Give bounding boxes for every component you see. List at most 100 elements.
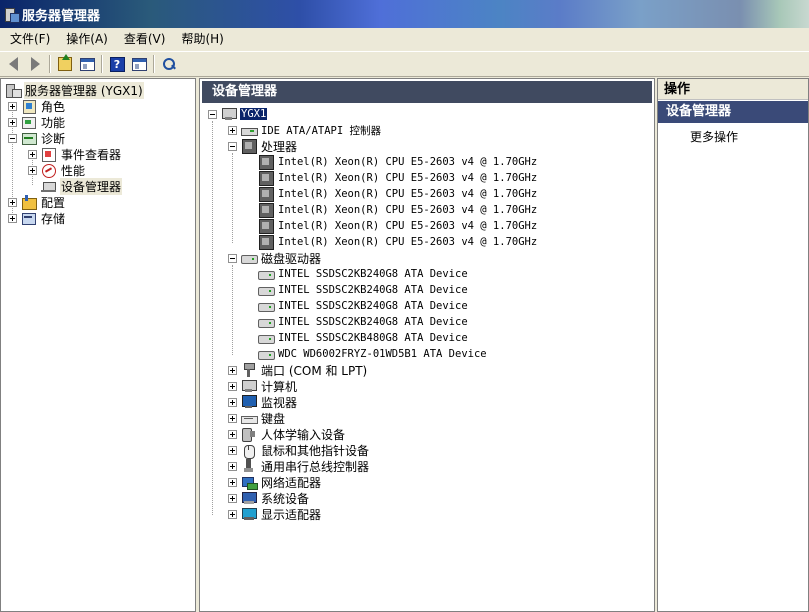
processor-icon	[258, 187, 274, 202]
device-category-usb[interactable]: 通用串行总线控制器	[228, 458, 370, 474]
menu-view[interactable]: 查看(V)	[116, 29, 174, 49]
expand-icon[interactable]	[228, 397, 237, 407]
scan-hardware-button[interactable]	[158, 53, 180, 75]
processor-icon	[258, 235, 274, 250]
tree-event-viewer[interactable]: 事件查看器	[28, 146, 122, 162]
tree-configuration[interactable]: 配置	[8, 194, 66, 210]
expand-icon[interactable]	[28, 149, 37, 159]
device-cpu[interactable]: Intel(R) Xeon(R) CPU E5-2603 v4 @ 1.70GH…	[258, 218, 538, 234]
show-hide-action-pane-button[interactable]	[128, 53, 150, 75]
device-label: INTEL SSDSC2KB240G8 ATA Device	[278, 268, 468, 280]
forward-arrow-icon	[30, 57, 40, 71]
tree-device-manager[interactable]: 设备管理器	[28, 177, 123, 195]
device-category-keyboards[interactable]: 键盘	[228, 410, 286, 426]
toolbar: ?	[0, 51, 809, 77]
device-disk[interactable]: INTEL SSDSC2KB240G8 ATA Device	[258, 282, 469, 298]
menu-file[interactable]: 文件(F)	[2, 29, 58, 49]
performance-icon	[41, 163, 57, 178]
toolbar-separator	[153, 55, 155, 73]
console-tree-icon	[79, 57, 95, 71]
actions-pane: 操作 设备管理器 更多操作	[657, 78, 809, 612]
device-disk[interactable]: INTEL SSDSC2KB240G8 ATA Device	[258, 298, 469, 314]
expand-icon[interactable]	[228, 509, 237, 519]
expand-icon[interactable]	[228, 381, 237, 391]
device-category-processors[interactable]: 处理器	[228, 138, 298, 154]
more-actions-link[interactable]: 更多操作	[690, 128, 738, 145]
system-device-icon	[241, 491, 257, 505]
device-cpu[interactable]: Intel(R) Xeon(R) CPU E5-2603 v4 @ 1.70GH…	[258, 202, 538, 218]
expand-icon[interactable]	[8, 213, 17, 223]
expand-icon[interactable]	[28, 165, 37, 175]
expand-icon[interactable]	[8, 117, 17, 127]
show-hide-tree-button[interactable]	[76, 53, 98, 75]
disk-drive-icon	[258, 267, 275, 281]
collapse-icon[interactable]	[8, 133, 17, 143]
usb-icon	[241, 459, 257, 473]
tree-server-manager[interactable]: 服务器管理器 (YGX1)	[5, 81, 144, 99]
device-category-disk-drives[interactable]: 磁盘驱动器	[228, 250, 322, 266]
tree-label: 人体学输入设备	[261, 427, 346, 442]
device-cpu[interactable]: Intel(R) Xeon(R) CPU E5-2603 v4 @ 1.70GH…	[258, 234, 538, 250]
expand-icon[interactable]	[228, 493, 237, 503]
event-viewer-icon	[41, 147, 57, 162]
device-category-ports[interactable]: 端口 (COM 和 LPT)	[228, 362, 368, 378]
expand-icon[interactable]	[8, 101, 17, 111]
device-tree-computer[interactable]: YGX1	[208, 106, 268, 122]
expand-icon[interactable]	[8, 197, 17, 207]
diagnostics-icon	[21, 131, 37, 145]
device-category-monitors[interactable]: 监视器	[228, 394, 298, 410]
device-category-hid[interactable]: 人体学输入设备	[228, 426, 346, 442]
tree-roles[interactable]: 角色	[8, 98, 66, 114]
device-cpu[interactable]: Intel(R) Xeon(R) CPU E5-2603 v4 @ 1.70GH…	[258, 186, 538, 202]
device-category-computer[interactable]: 计算机	[228, 378, 298, 394]
expand-icon[interactable]	[228, 365, 237, 375]
up-folder-icon	[58, 54, 72, 71]
tree-label: 系统设备	[261, 491, 310, 506]
expand-icon[interactable]	[228, 413, 237, 423]
expand-icon[interactable]	[228, 429, 237, 439]
features-icon	[21, 115, 37, 129]
device-category-system[interactable]: 系统设备	[228, 490, 310, 506]
back-button[interactable]	[2, 53, 24, 75]
tree-label: 处理器	[261, 139, 298, 154]
device-disk[interactable]: WDC WD6002FRYZ-01WD5B1 ATA Device	[258, 346, 488, 362]
forward-button[interactable]	[24, 53, 46, 75]
device-cpu[interactable]: Intel(R) Xeon(R) CPU E5-2603 v4 @ 1.70GH…	[258, 154, 538, 170]
device-category-network[interactable]: 网络适配器	[228, 474, 322, 490]
scan-hardware-icon	[162, 57, 177, 72]
device-category-display[interactable]: 显示适配器	[228, 506, 322, 522]
monitor-icon	[241, 395, 257, 409]
tree-features[interactable]: 功能	[8, 114, 66, 130]
actions-section-device-manager[interactable]: 设备管理器	[658, 101, 808, 123]
disk-drive-icon	[258, 283, 275, 297]
collapse-icon[interactable]	[228, 141, 237, 151]
tree-label: 磁盘驱动器	[261, 251, 322, 266]
device-category-mice[interactable]: 鼠标和其他指针设备	[228, 442, 370, 459]
expand-icon[interactable]	[228, 461, 237, 471]
tree-performance[interactable]: 性能	[28, 162, 86, 178]
tree-label: 功能	[41, 115, 66, 130]
menu-action[interactable]: 操作(A)	[58, 29, 116, 49]
collapse-icon[interactable]	[208, 109, 217, 119]
expand-icon[interactable]	[228, 125, 237, 135]
up-level-button[interactable]	[54, 53, 76, 75]
disk-drive-icon	[258, 315, 275, 329]
collapse-icon[interactable]	[228, 253, 237, 263]
device-disk[interactable]: INTEL SSDSC2KB480G8 ATA Device	[258, 330, 469, 346]
device-category-ide[interactable]: IDE ATA/ATAPI 控制器	[228, 122, 382, 138]
device-disk[interactable]: INTEL SSDSC2KB240G8 ATA Device	[258, 266, 469, 282]
title-bar[interactable]: 服务器管理器	[0, 0, 809, 28]
tree-label: 端口 (COM 和 LPT)	[261, 363, 368, 378]
menu-help[interactable]: 帮助(H)	[173, 29, 231, 49]
help-button[interactable]: ?	[106, 53, 128, 75]
window-title: 服务器管理器	[22, 8, 101, 24]
expand-icon[interactable]	[228, 477, 237, 487]
tree-diagnostics[interactable]: 诊断	[8, 130, 66, 146]
server-manager-icon	[4, 7, 20, 23]
tree-storage[interactable]: 存储	[8, 210, 66, 226]
display-adapter-icon	[241, 507, 257, 521]
device-disk[interactable]: INTEL SSDSC2KB240G8 ATA Device	[258, 314, 469, 330]
tree-label: 事件查看器	[61, 147, 122, 162]
device-cpu[interactable]: Intel(R) Xeon(R) CPU E5-2603 v4 @ 1.70GH…	[258, 170, 538, 186]
expand-icon[interactable]	[228, 445, 237, 455]
